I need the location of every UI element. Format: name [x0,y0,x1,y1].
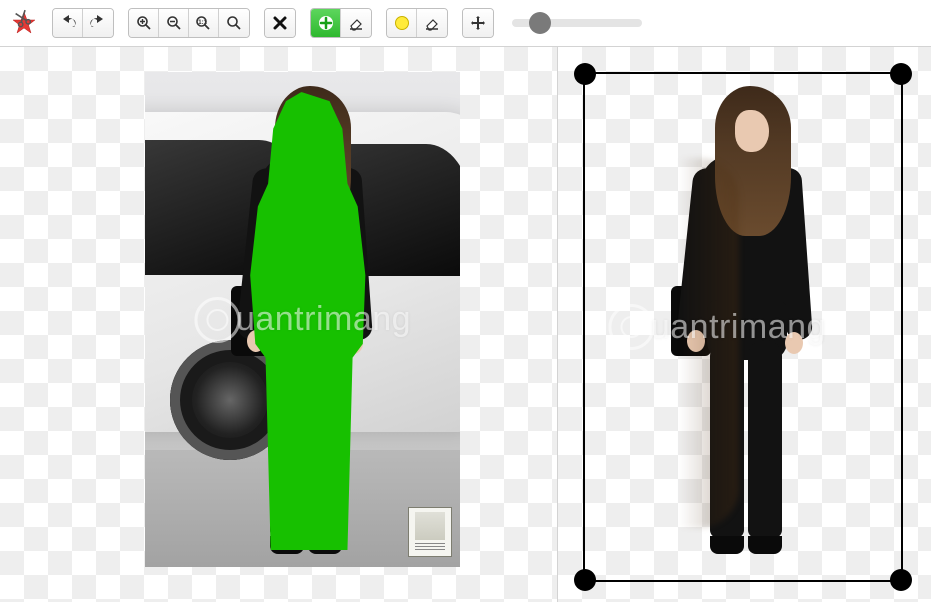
zoom-actual-button[interactable]: 1:1 [189,9,219,37]
yellow-circle-icon [394,15,410,31]
zoom-fit-icon [226,15,242,31]
foreground-eraser-button[interactable] [341,9,371,37]
slider-thumb[interactable] [529,12,551,34]
crop-handle-bottom-right[interactable] [890,569,912,591]
crop-handle-top-left[interactable] [574,63,596,85]
source-panel[interactable]: uantrimang [0,47,558,602]
workspace: uantrimang [0,47,931,602]
result-panel[interactable]: uantrimang [558,47,931,602]
background-marker-button[interactable] [387,9,417,37]
crop-handle-bottom-left[interactable] [574,569,596,591]
result-image: uantrimang [583,72,903,582]
clear-marks-button[interactable] [265,9,295,37]
source-credit-tag [408,507,452,557]
toolbar: 1:1 [0,0,931,47]
zoom-11-icon: 1:1 [195,15,213,31]
brush-size-slider[interactable] [512,10,642,36]
svg-text:1:1: 1:1 [198,20,207,26]
eraser-icon [348,15,364,31]
zoom-out-icon [166,15,182,31]
zoom-in-button[interactable] [129,9,159,37]
eraser-icon [424,15,440,31]
redo-icon [90,15,106,31]
zoom-fit-button[interactable] [219,9,249,37]
person-subject [213,86,393,556]
crop-handle-top-right[interactable] [890,63,912,85]
zoom-out-button[interactable] [159,9,189,37]
source-image: uantrimang [145,72,460,567]
crop-rectangle[interactable] [583,72,903,582]
move-icon [470,15,486,31]
zoom-in-icon [136,15,152,31]
foreground-mask [243,92,371,550]
undo-icon [60,15,76,31]
plus-icon [318,15,334,31]
foreground-marker-button[interactable] [311,9,341,37]
x-icon [272,15,288,31]
background-eraser-button[interactable] [417,9,447,37]
app-logo [10,9,38,37]
redo-button[interactable] [83,9,113,37]
undo-button[interactable] [53,9,83,37]
scissors-star-icon [10,9,38,37]
move-button[interactable] [463,9,493,37]
